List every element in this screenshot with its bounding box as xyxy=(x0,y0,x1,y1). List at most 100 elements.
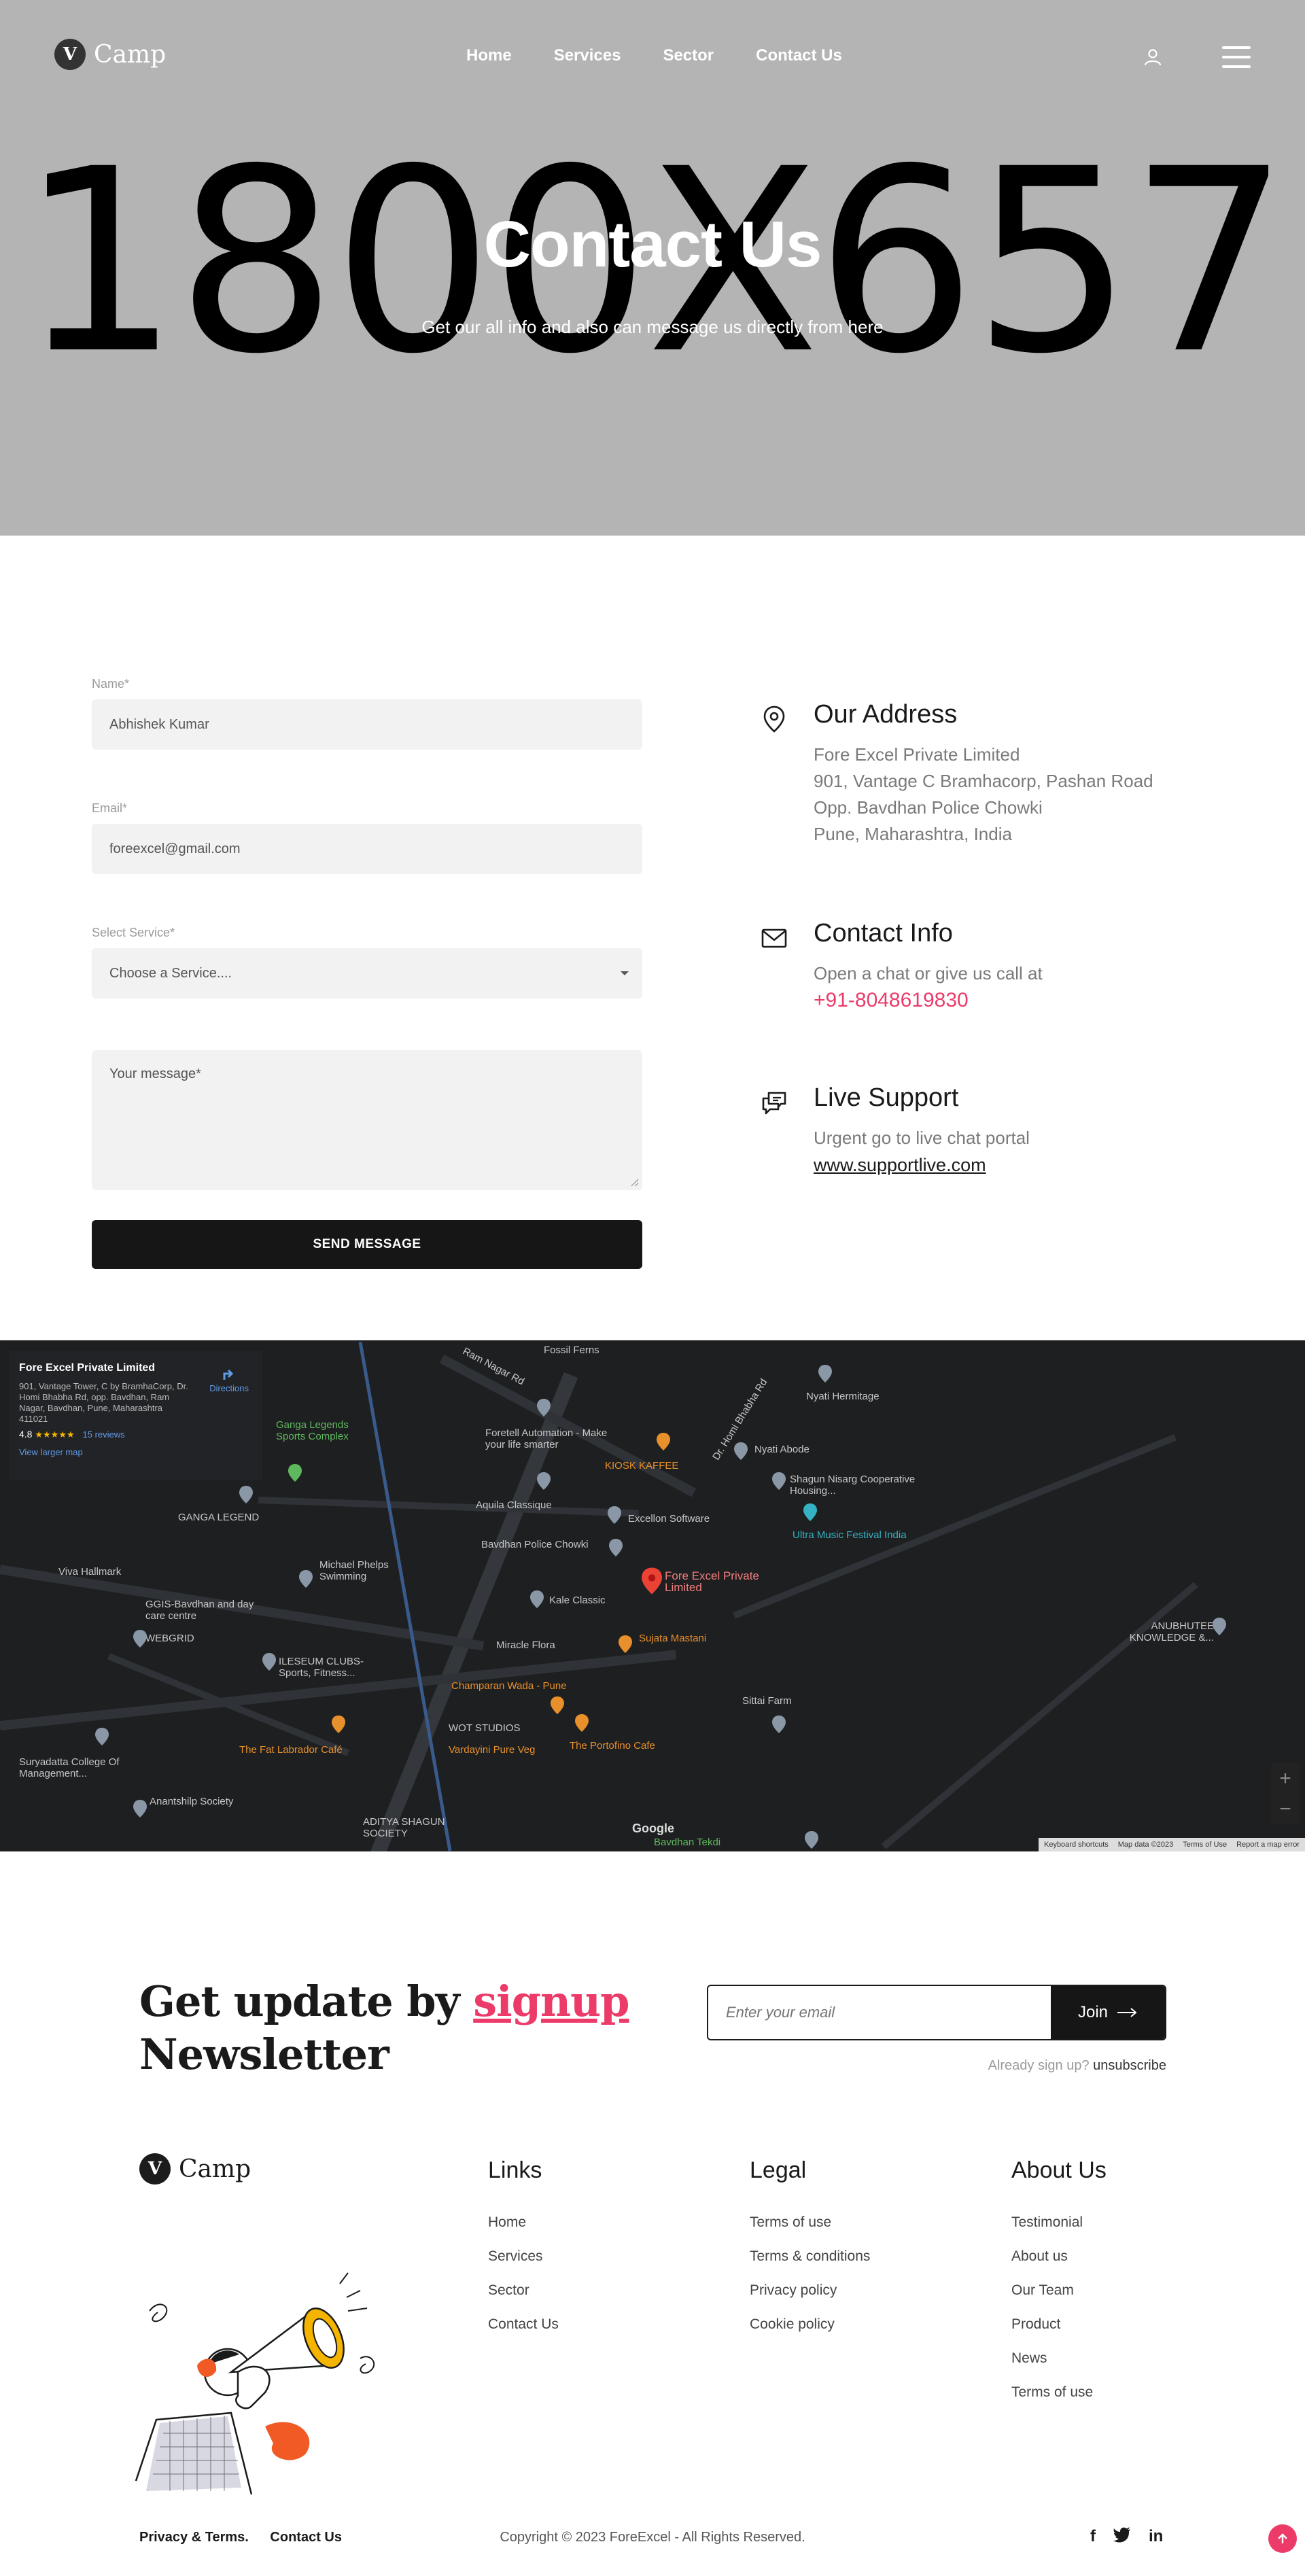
map-pin-icon[interactable] xyxy=(803,1503,817,1521)
map-pin-icon[interactable] xyxy=(609,1539,623,1556)
map-pin-icon[interactable] xyxy=(239,1486,253,1503)
phone-link[interactable]: +91-8048619830 xyxy=(814,987,1234,1014)
nav-home[interactable]: Home xyxy=(466,46,512,65)
map-pin-icon[interactable] xyxy=(619,1635,632,1653)
facebook-icon[interactable]: f xyxy=(1090,2527,1096,2546)
footer-logo[interactable]: V Camp xyxy=(139,2153,251,2185)
map-place[interactable]: ANUBHUTEE KNOWLEDGE &... xyxy=(1119,1620,1214,1643)
header-logo[interactable]: V Camp xyxy=(54,39,166,70)
directions-button[interactable]: Directions xyxy=(209,1366,249,1393)
footer-link-cookie-policy[interactable]: Cookie policy xyxy=(750,2308,870,2342)
map-pin-icon[interactable] xyxy=(1213,1618,1226,1635)
footer-link-services[interactable]: Services xyxy=(488,2240,559,2274)
map-place[interactable]: Bavdhan Police Chowki xyxy=(481,1539,589,1550)
service-select[interactable]: Choose a Service.... xyxy=(92,948,642,998)
map-place[interactable]: Miracle Flora xyxy=(496,1639,555,1651)
footer-link-testimonial[interactable]: Testimonial xyxy=(1011,2206,1107,2240)
footer-link-home[interactable]: Home xyxy=(488,2206,559,2240)
map-pin-icon[interactable] xyxy=(299,1570,313,1588)
nav-contact-us[interactable]: Contact Us xyxy=(756,46,842,65)
map-place[interactable]: Kale Classic xyxy=(549,1595,606,1606)
join-button[interactable]: Join xyxy=(1051,1986,1165,2039)
map-pin-icon[interactable] xyxy=(537,1472,551,1490)
unsubscribe-link[interactable]: unsubscribe xyxy=(1093,2058,1166,2073)
map-place[interactable]: KIOSK KAFFEE xyxy=(605,1460,678,1472)
map-place[interactable]: Shagun Nisarg Cooperative Housing... xyxy=(790,1474,926,1497)
report-map-error-link[interactable]: Report a map error xyxy=(1236,1841,1300,1849)
map-pin-icon[interactable] xyxy=(133,1630,147,1648)
map-place[interactable]: Suryadatta College Of Management... xyxy=(19,1756,135,1779)
map-pin-icon[interactable] xyxy=(608,1506,621,1524)
footer-link-product[interactable]: Product xyxy=(1011,2308,1107,2342)
twitter-icon[interactable] xyxy=(1113,2527,1131,2543)
map-place[interactable]: WEBGRID xyxy=(145,1633,194,1644)
footer-link-sector[interactable]: Sector xyxy=(488,2274,559,2308)
footer-link-our-team[interactable]: Our Team xyxy=(1011,2274,1107,2308)
map-place[interactable]: GANGA LEGEND xyxy=(178,1512,259,1523)
map-place[interactable]: Michael Phelps Swimming xyxy=(319,1559,421,1582)
footer-link-terms-of-use-2[interactable]: Terms of use xyxy=(1011,2375,1107,2409)
hamburger-menu-icon[interactable] xyxy=(1222,46,1251,68)
map-pin-icon[interactable] xyxy=(575,1714,589,1732)
map-place[interactable]: Aquila Classique xyxy=(476,1499,552,1511)
map-place[interactable]: ADITYA SHAGUN SOCIETY xyxy=(363,1816,465,1839)
reviews-link[interactable]: 15 reviews xyxy=(83,1429,125,1440)
user-icon[interactable] xyxy=(1143,48,1162,67)
map-place[interactable]: Sujata Mastani xyxy=(639,1633,706,1644)
map-place[interactable]: Bavdhan Tekdi xyxy=(654,1837,720,1848)
map-place[interactable]: Nyati Hermitage xyxy=(806,1391,880,1402)
footer-link-terms-conditions[interactable]: Terms & conditions xyxy=(750,2240,870,2274)
map-place[interactable]: WOT STUDIOS xyxy=(449,1722,521,1734)
send-message-button[interactable]: SEND MESSAGE xyxy=(92,1220,642,1269)
map-place[interactable]: Vardayini Pure Veg xyxy=(449,1744,535,1756)
footer-link-about-us[interactable]: About us xyxy=(1011,2240,1107,2274)
map-place[interactable]: Ultra Music Festival India xyxy=(793,1529,907,1541)
nav-sector[interactable]: Sector xyxy=(663,46,714,65)
map-pin-icon[interactable] xyxy=(288,1464,302,1482)
resize-handle-icon[interactable] xyxy=(630,1178,638,1186)
map-place[interactable]: Ganga Legends Sports Complex xyxy=(276,1419,378,1442)
signup-link[interactable]: signup xyxy=(473,1977,629,2026)
footer-link-contact-us[interactable]: Contact Us xyxy=(488,2308,559,2342)
zoom-in-button[interactable]: + xyxy=(1271,1763,1300,1794)
map-place[interactable]: Excellon Software xyxy=(628,1513,710,1525)
map-place[interactable]: ILESEUM CLUBS- Sports, Fitness... xyxy=(279,1656,387,1679)
footer-link-terms-of-use[interactable]: Terms of use xyxy=(750,2206,870,2240)
footer-link-news[interactable]: News xyxy=(1011,2342,1107,2375)
linkedin-icon[interactable]: in xyxy=(1149,2527,1163,2546)
map-pin-icon[interactable] xyxy=(772,1472,786,1490)
map-place[interactable]: Fossil Ferns xyxy=(544,1344,599,1356)
map-pin-icon[interactable] xyxy=(657,1433,670,1450)
view-larger-map-link[interactable]: View larger map xyxy=(19,1447,253,1457)
map-pin-icon[interactable] xyxy=(772,1716,786,1733)
map-pin-icon[interactable] xyxy=(537,1399,551,1416)
map-pin-icon[interactable] xyxy=(262,1653,276,1671)
map-place[interactable]: Champaran Wada - Pune xyxy=(451,1680,567,1692)
zoom-out-button[interactable]: − xyxy=(1271,1794,1300,1824)
map-pin-icon[interactable] xyxy=(530,1590,544,1608)
map-place[interactable]: GGIS-Bavdhan and day care centre xyxy=(145,1599,254,1622)
map-pin-icon[interactable] xyxy=(551,1696,564,1714)
map-terms-link[interactable]: Terms of Use xyxy=(1183,1841,1227,1849)
map-pin-fore-excel-icon[interactable] xyxy=(642,1567,662,1595)
scroll-to-top-button[interactable] xyxy=(1268,2524,1297,2553)
map-place[interactable]: Nyati Abode xyxy=(754,1444,810,1455)
privacy-terms-link[interactable]: Privacy & Terms. xyxy=(139,2530,249,2545)
email-field[interactable]: foreexcel@gmail.com xyxy=(92,824,642,874)
map-pin-icon[interactable] xyxy=(95,1728,109,1745)
map-place[interactable]: Anantshilp Society xyxy=(150,1796,233,1807)
bottom-contact-link[interactable]: Contact Us xyxy=(270,2530,342,2545)
map-pin-icon[interactable] xyxy=(805,1831,818,1849)
map-pin-icon[interactable] xyxy=(734,1442,748,1460)
nav-services[interactable]: Services xyxy=(554,46,621,65)
keyboard-shortcuts-link[interactable]: Keyboard shortcuts xyxy=(1044,1841,1109,1849)
map-place[interactable]: Foretell Automation - Make your life sma… xyxy=(485,1427,621,1450)
message-textarea[interactable]: Your message* xyxy=(92,1050,642,1190)
map-pin-icon[interactable] xyxy=(818,1365,832,1382)
map-place[interactable]: The Portofino Cafe xyxy=(570,1740,655,1752)
name-field[interactable]: Abhishek Kumar xyxy=(92,699,642,750)
footer-link-privacy-policy[interactable]: Privacy policy xyxy=(750,2274,870,2308)
map-place[interactable]: Sittai Farm xyxy=(742,1695,792,1707)
support-link[interactable]: www.supportlive.com xyxy=(814,1155,986,1175)
google-map[interactable]: Fossil Ferns Ram Nagar Rd Dr. Homi Bhabh… xyxy=(0,1340,1305,1851)
